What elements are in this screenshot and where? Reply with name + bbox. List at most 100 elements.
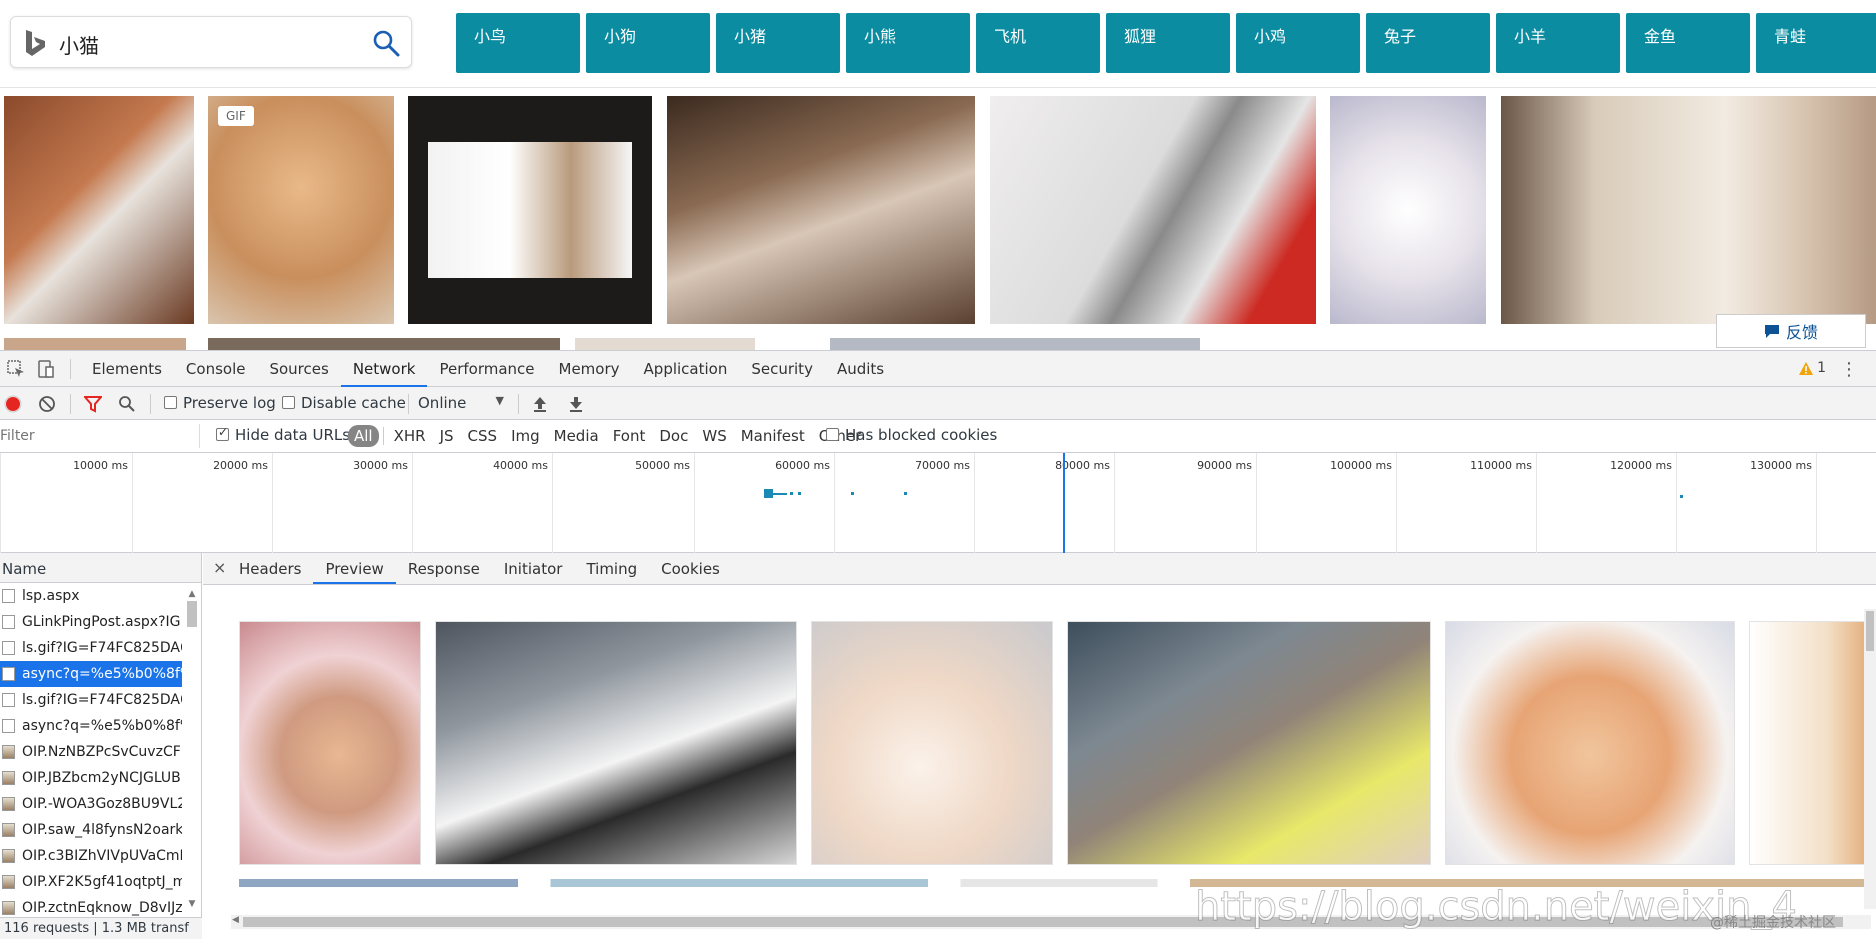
request-row[interactable]: GLinkPingPost.aspx?IG= xyxy=(0,609,182,635)
checkbox[interactable] xyxy=(282,396,295,409)
feedback-button[interactable]: 反馈 xyxy=(1716,314,1866,348)
timeline-tick-label: 120000 ms xyxy=(1610,459,1672,472)
related-chip[interactable]: 兔子 xyxy=(1366,13,1490,73)
disable-cache-checkbox[interactable]: Disable cache xyxy=(282,394,406,412)
type-filter-all[interactable]: All xyxy=(348,425,379,447)
result-image[interactable] xyxy=(575,338,755,350)
inspect-element-icon[interactable] xyxy=(6,359,26,379)
result-image[interactable] xyxy=(4,96,194,324)
checkbox[interactable] xyxy=(164,396,177,409)
image-file-icon xyxy=(2,901,15,915)
scrollbar-thumb[interactable] xyxy=(1866,611,1874,651)
preserve-log-label: Preserve log xyxy=(183,394,276,412)
related-chip[interactable]: 小熊 xyxy=(846,13,970,73)
request-row[interactable]: async?q=%e5%b0%8f% xyxy=(0,713,182,739)
request-row[interactable]: OIP.saw_4l8fynsN2oark. xyxy=(0,817,182,843)
record-icon[interactable] xyxy=(4,395,22,413)
throttling-select[interactable]: Online ▼ xyxy=(418,394,504,412)
tab-sources[interactable]: Sources xyxy=(257,351,340,387)
filter-icon[interactable] xyxy=(84,395,102,413)
checkbox[interactable] xyxy=(826,428,839,441)
scroll-down-arrow[interactable]: ▼ xyxy=(185,899,199,909)
filter-input[interactable] xyxy=(0,424,200,448)
result-image[interactable] xyxy=(408,96,652,324)
request-row[interactable]: lsp.aspx xyxy=(0,583,182,609)
toolbar-divider xyxy=(70,394,71,414)
related-chip[interactable]: 飞机 xyxy=(976,13,1100,73)
type-filter-manifest[interactable]: Manifest xyxy=(735,425,811,447)
related-chip[interactable]: 小羊 xyxy=(1496,13,1620,73)
related-chip[interactable]: 小猪 xyxy=(716,13,840,73)
type-filter-doc[interactable]: Doc xyxy=(653,425,694,447)
timeline-tick: 50000 ms xyxy=(552,453,694,553)
tab-cookies[interactable]: Cookies xyxy=(649,553,732,584)
result-image[interactable] xyxy=(208,338,560,350)
request-list-scrollbar[interactable]: ▲ ▼ xyxy=(185,589,199,909)
result-image[interactable]: GIF xyxy=(208,96,394,324)
related-chip[interactable]: 金鱼 xyxy=(1626,13,1750,73)
type-filter-ws[interactable]: WS xyxy=(696,425,732,447)
type-filter-media[interactable]: Media xyxy=(548,425,605,447)
request-row[interactable]: OIP.-WOA3Goz8BU9VL2 xyxy=(0,791,182,817)
scroll-left-arrow[interactable]: ◀ xyxy=(232,915,239,925)
request-row[interactable]: OIP.XF2K5gf41oqtptJ_m xyxy=(0,869,182,895)
request-row[interactable]: OIP.NzNBZPcSvCuvzCFL xyxy=(0,739,182,765)
result-image[interactable] xyxy=(990,96,1316,324)
result-image[interactable] xyxy=(1330,96,1486,324)
tab-headers[interactable]: Headers xyxy=(227,553,313,584)
tab-network[interactable]: Network xyxy=(340,351,428,387)
clear-icon[interactable] xyxy=(38,395,56,413)
device-toolbar-icon[interactable] xyxy=(36,359,56,379)
tab-preview[interactable]: Preview xyxy=(313,553,396,584)
scrollbar-thumb[interactable] xyxy=(187,601,197,627)
search-box[interactable]: 小猫 xyxy=(10,16,412,68)
tab-console[interactable]: Console xyxy=(174,351,258,387)
tab-application[interactable]: Application xyxy=(632,351,740,387)
search-icon[interactable] xyxy=(371,28,401,58)
request-row[interactable]: ls.gif?IG=F74FC825DA63 xyxy=(0,687,182,713)
search-input[interactable]: 小猫 xyxy=(59,30,99,59)
checkbox[interactable] xyxy=(216,425,229,441)
result-image[interactable] xyxy=(4,338,186,350)
more-options-icon[interactable]: ⋮ xyxy=(1840,359,1858,380)
related-chip[interactable]: 狐狸 xyxy=(1106,13,1230,73)
related-chip[interactable]: 小鸡 xyxy=(1236,13,1360,73)
type-filter-js[interactable]: JS xyxy=(434,425,460,447)
warnings-counter[interactable]: 1 xyxy=(1799,360,1826,376)
preview-vertical-scrollbar[interactable] xyxy=(1864,609,1876,909)
tab-performance[interactable]: Performance xyxy=(427,351,546,387)
tab-initiator[interactable]: Initiator xyxy=(492,553,575,584)
type-filter-img[interactable]: Img xyxy=(505,425,546,447)
request-row[interactable]: OIP.c3BIZhVIVpUVaCmP xyxy=(0,843,182,869)
tab-elements[interactable]: Elements xyxy=(80,351,174,387)
related-chip[interactable]: 青蛙 xyxy=(1756,13,1876,73)
tab-security[interactable]: Security xyxy=(739,351,825,387)
scroll-up-arrow[interactable]: ▲ xyxy=(185,589,199,599)
type-filter-xhr[interactable]: XHR xyxy=(388,425,432,447)
result-image[interactable] xyxy=(667,96,975,324)
network-overview-timeline[interactable]: 10000 ms 20000 ms 30000 ms 40000 ms 5000… xyxy=(0,453,1876,553)
timeline-tick: 90000 ms xyxy=(1114,453,1256,553)
request-row[interactable]: ls.gif?IG=F74FC825DA63 xyxy=(0,635,182,661)
close-icon[interactable]: × xyxy=(213,558,226,577)
has-blocked-cookies-checkbox[interactable]: Has blocked cookies xyxy=(826,426,997,444)
result-image[interactable] xyxy=(1501,96,1876,324)
related-chip[interactable]: 小狗 xyxy=(586,13,710,73)
tab-audits[interactable]: Audits xyxy=(825,351,896,387)
search-icon[interactable] xyxy=(118,395,136,413)
has-blocked-cookies-label: Has blocked cookies xyxy=(845,426,998,444)
export-har-icon[interactable] xyxy=(568,395,584,413)
type-filter-css[interactable]: CSS xyxy=(462,425,504,447)
tab-memory[interactable]: Memory xyxy=(547,351,632,387)
request-row-selected[interactable]: async?q=%e5%b0%8f% xyxy=(0,661,182,687)
result-image[interactable] xyxy=(830,338,1200,350)
related-chip[interactable]: 小鸟 xyxy=(456,13,580,73)
type-filter-font[interactable]: Font xyxy=(607,425,652,447)
hide-data-urls-checkbox[interactable]: Hide data URLs xyxy=(216,425,350,444)
tab-timing[interactable]: Timing xyxy=(574,553,649,584)
import-har-icon[interactable] xyxy=(532,395,548,413)
preserve-log-checkbox[interactable]: Preserve log xyxy=(164,394,276,412)
column-header-name[interactable]: Name xyxy=(0,553,201,583)
request-row[interactable]: OIP.JBZbcm2yNCJGLUBI xyxy=(0,765,182,791)
tab-response[interactable]: Response xyxy=(396,553,492,584)
